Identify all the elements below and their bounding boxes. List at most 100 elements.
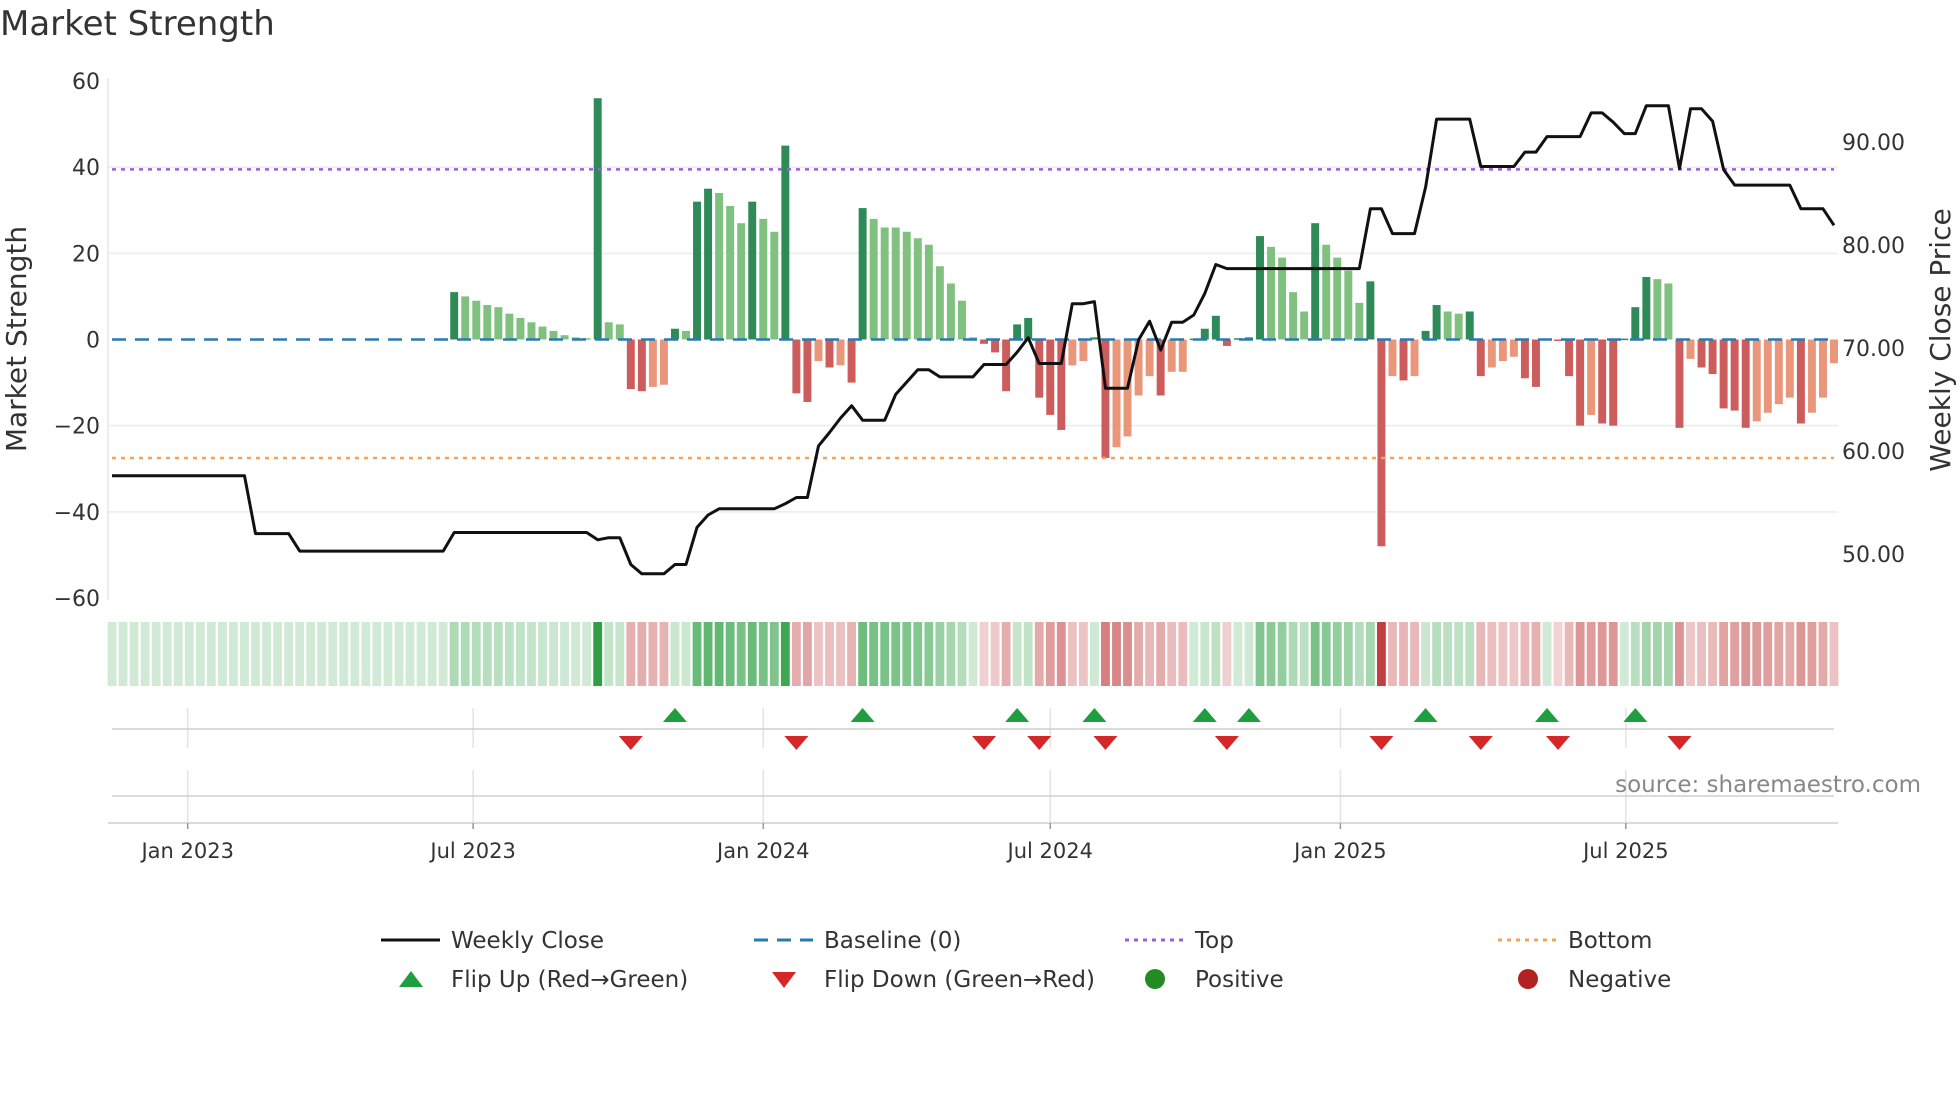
heat-cell <box>1686 622 1695 686</box>
x-tick-label: Jul 2023 <box>428 839 515 863</box>
heat-cell <box>648 622 658 686</box>
heat-cell <box>825 622 834 686</box>
strength-bar <box>1476 339 1485 377</box>
heat-cell <box>1829 622 1839 686</box>
strength-bar <box>1035 339 1044 398</box>
heat-cell <box>1432 622 1442 686</box>
strength-bar <box>1289 292 1298 340</box>
heat-cell <box>1807 622 1817 686</box>
strength-bar <box>792 339 801 394</box>
heat-cell <box>1354 622 1364 686</box>
heat-cell <box>1090 622 1099 686</box>
strength-bar <box>836 339 845 366</box>
heat-cell <box>449 622 459 686</box>
strength-bar <box>538 326 547 340</box>
heat-cell <box>990 622 1000 686</box>
flip-up-marker <box>850 708 875 722</box>
heat-cell <box>217 622 227 686</box>
heat-cell <box>1388 622 1397 686</box>
heat-cell <box>129 622 139 686</box>
y2-tick-label: 90.00 <box>1842 131 1905 156</box>
heat-cell <box>1443 622 1453 686</box>
heat-cell <box>295 622 305 686</box>
flip-up-marker <box>1082 708 1107 722</box>
heat-cell <box>284 622 294 686</box>
flip-up-marker <box>1192 708 1217 722</box>
heat-cell <box>847 622 856 686</box>
heat-cell <box>769 622 779 686</box>
heat-cell <box>273 622 282 686</box>
y2-tick-label: 50.00 <box>1842 543 1905 568</box>
strength-bar <box>626 339 635 390</box>
strength-bar <box>527 322 536 340</box>
strength-bar <box>924 244 933 340</box>
strength-bar <box>1818 339 1827 398</box>
heat-cell <box>869 622 879 686</box>
y-tick-label: 60 <box>72 70 100 95</box>
strength-bar <box>847 339 856 383</box>
heat-cell <box>714 622 724 686</box>
heat-cell <box>1167 622 1177 686</box>
heat-cell <box>1796 622 1806 686</box>
y2-axis-label: Weekly Close Price <box>1924 208 1957 471</box>
flip-down-marker <box>1546 736 1571 750</box>
heat-cell <box>1101 622 1110 686</box>
x-tick-label: Jan 2023 <box>139 839 234 863</box>
heat-cell <box>1630 622 1640 686</box>
heat-cell <box>1156 622 1166 686</box>
heat-cell <box>1763 622 1773 686</box>
strength-bar <box>1520 339 1529 379</box>
flip-down-marker <box>1667 736 1692 750</box>
x-tick-label: Jul 2025 <box>1581 839 1668 863</box>
heat-cell <box>747 622 757 686</box>
heat-cell <box>1321 622 1331 686</box>
strength-bar <box>858 208 867 340</box>
strength-bar <box>1256 236 1264 340</box>
heat-cell <box>1641 622 1651 686</box>
heat-cell <box>626 622 636 686</box>
strength-bar <box>472 300 481 340</box>
flip-down-marker <box>784 736 809 750</box>
heat-cell <box>1719 622 1729 686</box>
strength-bar <box>1498 339 1507 362</box>
strength-bar <box>748 201 757 340</box>
heat-cell <box>913 622 923 686</box>
heat-cell <box>1619 622 1629 686</box>
flip-up-marker <box>1623 708 1648 722</box>
heat-cell <box>118 622 128 686</box>
strength-bar <box>1763 339 1772 413</box>
heat-cell <box>1597 622 1607 686</box>
heat-cell <box>814 622 823 686</box>
strength-bar <box>946 283 955 340</box>
heat-cell <box>681 622 691 686</box>
strength-bar <box>1112 339 1121 448</box>
strength-bar <box>1609 339 1618 426</box>
heat-cell <box>1465 622 1475 686</box>
heat-cell <box>527 622 536 686</box>
strength-bar <box>991 339 1000 353</box>
heat-cell <box>582 622 592 686</box>
heat-cell <box>516 622 525 686</box>
heat-cell <box>140 622 150 686</box>
legend-flip-down-icon <box>772 972 796 988</box>
flip-down-marker <box>1027 736 1052 750</box>
strength-bar <box>1079 339 1088 362</box>
heat-cell <box>692 622 702 686</box>
flip-down-marker <box>1468 736 1493 750</box>
heat-cell <box>1675 622 1684 686</box>
strength-bar <box>1620 338 1629 341</box>
strength-bar <box>1068 339 1077 366</box>
heat-cell <box>836 622 845 686</box>
heat-cell <box>339 622 349 686</box>
heat-cell <box>251 622 260 686</box>
legend-label: Flip Down (Green→Red) <box>824 967 1095 993</box>
heat-cell <box>372 622 382 686</box>
heat-cell <box>162 622 172 686</box>
heat-cell <box>206 622 216 686</box>
heat-cell <box>350 622 360 686</box>
heat-cell <box>968 622 978 686</box>
heat-cell <box>549 622 558 686</box>
heat-cell <box>460 622 470 686</box>
strength-bar <box>1730 339 1739 411</box>
heat-cell <box>1343 622 1353 686</box>
